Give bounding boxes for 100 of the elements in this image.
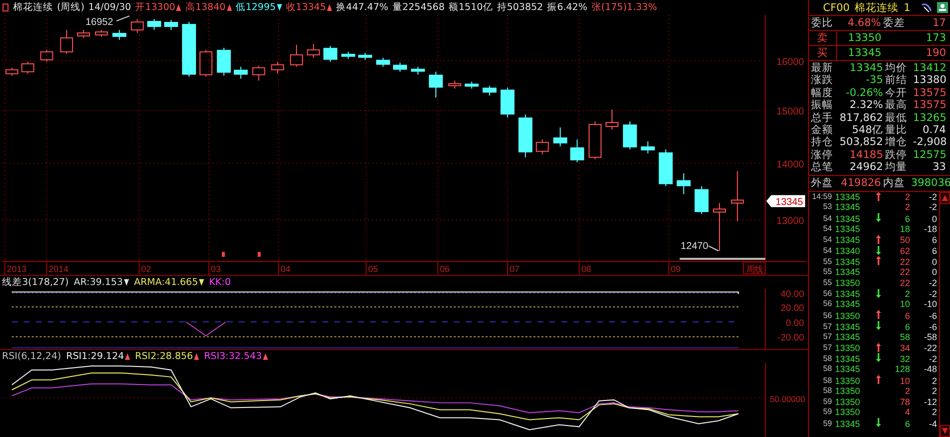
stat-label: 均量 — [885, 161, 908, 174]
legend-label: RSI3:32.543 — [204, 351, 262, 362]
legend-label: RSI1:29.124 — [66, 351, 124, 362]
candle — [130, 18, 144, 34]
indicator-axis-label: 20.00 — [780, 302, 804, 314]
scroll-down-button[interactable] — [940, 425, 950, 437]
price-axis-label: 15000 — [776, 106, 804, 118]
tick-time: 14:59 — [810, 192, 833, 203]
tick-time: 56 — [822, 310, 833, 322]
stat-label: 振幅 — [811, 99, 834, 112]
tick-time: 55 — [822, 278, 833, 289]
tick-volume: 22 — [898, 267, 910, 278]
marker-icon — [258, 252, 261, 257]
chart-icon[interactable] — [2, 2, 9, 12]
tick-time: 58 — [822, 364, 833, 376]
tick-price: 13345 — [835, 267, 862, 278]
tick-change: -18 — [922, 224, 938, 235]
candle — [234, 66, 248, 80]
high-price-label: 16952 — [86, 16, 114, 28]
tick-time: 55 — [822, 256, 833, 268]
quote-field: 持503852 — [496, 0, 544, 14]
signal-icon[interactable] — [921, 2, 932, 13]
tick-volume: 32 — [898, 354, 910, 365]
stat-value: 13265 — [913, 112, 948, 124]
candle — [410, 66, 425, 76]
quote-field: 收13345 — [286, 0, 326, 14]
tick-time: 56 — [822, 289, 833, 300]
stat-value: 13575 — [913, 86, 948, 100]
book-price: 13345 — [847, 47, 882, 59]
time-axis-label: 07 — [510, 264, 520, 274]
stat-value: -0.26% — [844, 86, 884, 100]
tick-change: 2 — [930, 407, 938, 418]
tick-change: 0 — [930, 214, 938, 224]
candle — [182, 21, 196, 78]
quote-field: 高13840 — [185, 0, 226, 14]
stat-label: 最高 — [885, 99, 908, 112]
book-label: 买 — [809, 46, 837, 60]
indicator-axis-label: 40.00 — [780, 288, 804, 300]
quote-field: 额1510亿 — [448, 0, 493, 14]
tick-volume: 6 — [904, 418, 910, 430]
tick-volume: 62 — [898, 246, 910, 257]
tick-volume: 6 — [904, 310, 910, 322]
tick-price: 13350 — [835, 278, 862, 289]
stat-label: 内盘 — [883, 176, 906, 190]
tick-change: -12 — [922, 396, 938, 408]
symbol-name: 棉花连续 — [13, 0, 53, 14]
contract-name: 棉花连续 — [854, 0, 899, 14]
time-axis-label: 03 — [210, 264, 221, 274]
candle — [94, 29, 108, 38]
candle — [570, 138, 584, 163]
tick-volume: 2 — [904, 202, 910, 214]
person-icon[interactable] — [937, 2, 948, 13]
indicator-axis-label: -20.00 — [777, 332, 804, 344]
candle — [323, 45, 338, 62]
quote-field: 张(175)1.33% — [591, 0, 657, 14]
tick-change: -2 — [928, 354, 938, 365]
tick-time: 55 — [822, 267, 833, 278]
low-price-label: 12470 — [680, 240, 708, 252]
period-button[interactable]: 周线 — [742, 261, 766, 274]
tick-time: 54 — [822, 235, 833, 246]
tick-volume: 6 — [904, 214, 910, 224]
tick-change: 6 — [930, 246, 938, 257]
legend-label: ARMA:41.665 — [134, 276, 198, 288]
tick-time: 57 — [822, 322, 833, 332]
candle — [500, 87, 514, 118]
tick-price: 13350 — [835, 396, 862, 408]
quote-field: 开13300 — [135, 0, 176, 14]
scroll-up-button[interactable] — [940, 192, 950, 204]
rsi-axis-label: 50.00000 — [770, 394, 806, 404]
tick-volume: 128 — [894, 364, 910, 376]
book-label: 卖 — [809, 31, 837, 45]
candle — [271, 61, 284, 74]
stat-label: 总手 — [811, 112, 834, 124]
stat-value: 14185 — [848, 148, 884, 162]
time-axis-label: 09 — [670, 264, 681, 274]
stat-value: 12575 — [913, 148, 948, 162]
stat-value: 13575 — [913, 99, 948, 112]
stat-label: 涨停 — [811, 148, 834, 162]
stat-label: 均价 — [885, 62, 908, 74]
tick-price: 13340 — [835, 246, 862, 257]
candle — [40, 49, 54, 62]
stat-label: 外盘 — [811, 176, 834, 190]
tick-volume: 50 — [898, 235, 910, 246]
book-price: 13350 — [847, 32, 882, 44]
tick-time: 58 — [822, 386, 833, 397]
quote-field: 低12995 — [236, 0, 276, 14]
leader-line — [116, 15, 130, 22]
tick-volume: 10 — [898, 299, 910, 310]
stat-label: 委差 — [883, 16, 906, 30]
candle — [164, 19, 178, 30]
candle — [536, 138, 549, 155]
stat-label: 增仓 — [885, 136, 908, 149]
contract-number: 1 — [904, 2, 910, 14]
tick-time: 59 — [822, 407, 833, 418]
tick-price: 13345 — [835, 299, 862, 310]
tick-change: -10 — [922, 299, 938, 310]
candle — [553, 126, 568, 147]
stat-value: 33 — [932, 161, 947, 174]
candle — [428, 71, 443, 98]
candle — [588, 120, 602, 160]
